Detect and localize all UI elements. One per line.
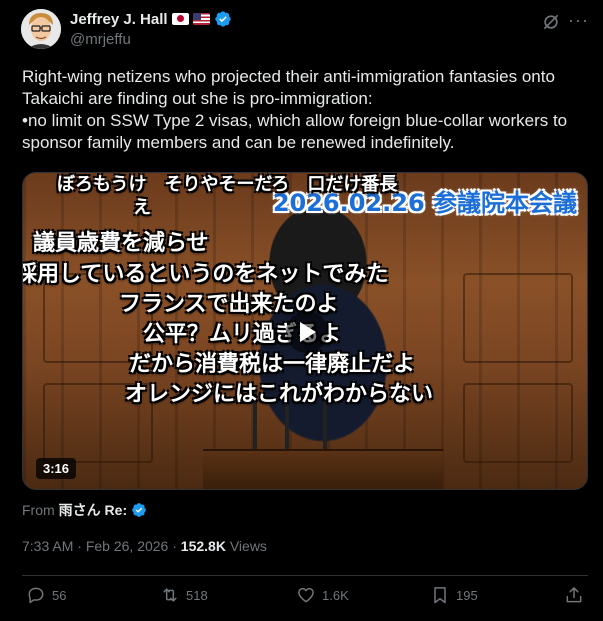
separator: · bbox=[73, 538, 86, 554]
like-button[interactable]: 1.6K bbox=[296, 585, 349, 605]
overlay-caption: 採用しているというのをネットでみた bbox=[22, 262, 389, 287]
bookmark-icon bbox=[434, 587, 446, 604]
avatar[interactable] bbox=[21, 9, 61, 49]
bookmark-count: 195 bbox=[456, 587, 478, 603]
repost-button[interactable]: 518 bbox=[160, 585, 208, 605]
post-text: Right-wing netizens who projected their … bbox=[22, 67, 568, 152]
us-flag-icon bbox=[192, 13, 210, 25]
play-button[interactable] bbox=[286, 311, 328, 353]
share-icon bbox=[566, 587, 582, 603]
overlay-caption: 議員歳費を減らせ bbox=[33, 231, 209, 256]
reply-button[interactable]: 56 bbox=[26, 585, 66, 605]
author-display-name[interactable]: Jeffrey J. Hall bbox=[70, 11, 168, 28]
grok-icon[interactable] bbox=[541, 12, 561, 32]
overlay-caption: だから消費税は一律廃止だよ bbox=[129, 352, 416, 377]
play-icon bbox=[300, 322, 316, 342]
heart-icon bbox=[298, 587, 314, 603]
more-options-icon[interactable]: ··· bbox=[568, 11, 588, 32]
author-handle[interactable]: @mrjeffu bbox=[70, 31, 131, 48]
divider bbox=[22, 575, 588, 576]
video-player[interactable]: 2026.02.26 参議院本会議 ぼろもうけ そりやそーだろ 口だけ番長 え … bbox=[22, 172, 588, 490]
action-bar: 56 518 1.6K 195 bbox=[0, 585, 603, 613]
bookmark-button[interactable]: 195 bbox=[430, 585, 478, 605]
from-prefix: From bbox=[22, 502, 55, 518]
repost-count: 518 bbox=[186, 587, 208, 603]
post-meta: 7:33 AM · Feb 26, 2026 · 152.8K Views bbox=[22, 538, 267, 554]
from-attribution[interactable]: From 雨さん Re: bbox=[22, 500, 147, 520]
verified-badge-icon bbox=[132, 503, 146, 517]
verified-badge-icon[interactable] bbox=[214, 10, 232, 28]
from-source-name[interactable]: 雨さん Re: bbox=[59, 500, 127, 520]
background-panel bbox=[463, 383, 573, 463]
views-count: 152.8K bbox=[180, 538, 226, 554]
reply-count: 56 bbox=[52, 587, 67, 603]
overlay-caption: ぼろもうけ そりやそーだろ 口だけ番長 bbox=[57, 174, 398, 195]
overlay-caption: オレンジにはこれがわからない bbox=[125, 382, 434, 407]
background-panel bbox=[463, 273, 573, 363]
repost-icon bbox=[163, 588, 177, 602]
post-detail: Jeffrey J. Hall @mrjeffu ··· Right-wing … bbox=[0, 0, 603, 621]
video-duration-badge: 3:16 bbox=[36, 458, 77, 479]
reply-icon bbox=[28, 587, 44, 604]
lectern bbox=[203, 449, 443, 489]
overlay-caption: え bbox=[133, 197, 151, 218]
japan-flag-icon bbox=[171, 13, 189, 25]
like-count: 1.6K bbox=[322, 587, 349, 603]
separator: · bbox=[168, 538, 181, 554]
views-label: Views bbox=[225, 538, 267, 554]
post-date[interactable]: Feb 26, 2026 bbox=[86, 538, 169, 554]
author-name-row[interactable]: Jeffrey J. Hall bbox=[70, 10, 232, 28]
share-button[interactable] bbox=[564, 585, 584, 605]
post-time[interactable]: 7:33 AM bbox=[22, 538, 73, 554]
